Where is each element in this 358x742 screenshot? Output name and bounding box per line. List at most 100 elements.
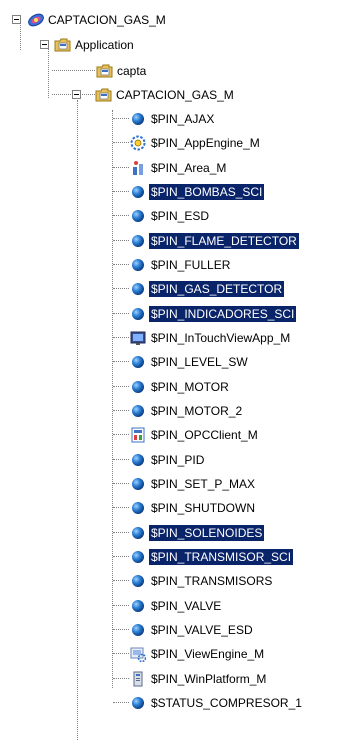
tree-item[interactable]: $PIN_GAS_DETECTOR xyxy=(130,280,285,297)
instance-ball-icon xyxy=(130,111,146,127)
area-icon xyxy=(130,160,146,176)
tree-connector xyxy=(113,167,129,168)
tree-item-label: $PIN_ESD xyxy=(151,208,210,223)
tree-item[interactable]: $PIN_SOLENOIDES xyxy=(130,524,265,541)
tree-connector xyxy=(113,678,129,679)
tree-item-label: $PIN_AJAX xyxy=(151,111,215,126)
tree-item-label: $PIN_INDICADORES_SCI xyxy=(149,305,297,322)
tree-item[interactable]: $PIN_OPCClient_M xyxy=(130,426,260,443)
tree-item[interactable]: $PIN_SET_P_MAX xyxy=(130,475,257,492)
tree-item[interactable]: $PIN_MOTOR xyxy=(130,378,231,395)
tree-item[interactable]: $PIN_VALVE xyxy=(130,597,223,614)
tree-item[interactable]: $PIN_BOMBAS_SCI xyxy=(130,183,265,200)
instance-ball-icon xyxy=(130,525,146,541)
tree-connector xyxy=(113,215,129,216)
tree-item-label: $PIN_FULLER xyxy=(151,257,231,272)
tree-connector xyxy=(113,264,129,265)
galaxy-icon xyxy=(27,12,44,28)
tree-connector xyxy=(113,410,129,411)
tree-connector xyxy=(113,580,129,581)
collapse-toggle[interactable] xyxy=(72,90,81,99)
tree-item-label: $PIN_SOLENOIDES xyxy=(149,524,265,541)
collapse-toggle[interactable] xyxy=(12,15,21,24)
tree-connector xyxy=(113,386,129,387)
tree-item[interactable]: $PIN_ViewEngine_M xyxy=(130,645,266,662)
tree-item-label: $STATUS_COMPRESOR_1 xyxy=(151,695,302,710)
tree-item-label: $PIN_FLAME_DETECTOR xyxy=(149,232,299,249)
tree-connector xyxy=(77,100,78,740)
tree-item[interactable]: $PIN_INDICADORES_SCI xyxy=(130,305,297,322)
tree-item-label: $PIN_InTouchViewApp_M xyxy=(151,330,291,345)
tree-connector xyxy=(113,653,129,654)
tree-connector xyxy=(113,361,129,362)
tree-item-label: $PIN_MOTOR_2 xyxy=(151,403,243,418)
instance-ball-icon xyxy=(130,573,146,589)
tree-item-label: $PIN_BOMBAS_SCI xyxy=(149,183,265,200)
tree-item-label: $PIN_VALVE_ESD xyxy=(151,622,253,637)
instance-ball-icon xyxy=(130,379,146,395)
tree-connector xyxy=(113,605,129,606)
tree-item[interactable]: $PIN_VALVE_ESD xyxy=(130,621,255,638)
instance-ball-icon xyxy=(130,184,146,200)
tree-connector xyxy=(113,459,129,460)
instance-ball-icon xyxy=(130,695,146,711)
tree-connector xyxy=(113,532,129,533)
collapse-toggle[interactable] xyxy=(40,40,49,49)
appengine-icon xyxy=(130,135,146,151)
tree-connector xyxy=(113,142,129,143)
instance-ball-icon xyxy=(130,403,146,419)
tree-item[interactable]: $PIN_AppEngine_M xyxy=(130,134,262,151)
tree-item-label: $PIN_MOTOR xyxy=(151,379,229,394)
folder-icon xyxy=(96,63,113,79)
tree-node-capta[interactable]: capta xyxy=(96,62,148,79)
tree-connector xyxy=(113,191,129,192)
tree-node-root[interactable]: CAPTACION_GAS_M xyxy=(12,11,168,28)
tree-item[interactable]: $PIN_ESD xyxy=(130,207,211,224)
tree-item-label: $PIN_Area_M xyxy=(151,160,227,175)
tree-connector xyxy=(113,337,129,338)
instance-ball-icon xyxy=(130,306,146,322)
tree-node-label: CAPTACION_GAS_M xyxy=(48,12,166,27)
tree-item-label: $PIN_LEVEL_SW xyxy=(151,354,248,369)
tree-item[interactable]: $PIN_LEVEL_SW xyxy=(130,353,250,370)
tree-item[interactable]: $STATUS_COMPRESOR_1 xyxy=(130,694,304,711)
tree-item[interactable]: $PIN_TRANSMISORS xyxy=(130,572,274,589)
tree-item-label: $PIN_PID xyxy=(151,452,205,467)
tree-item-label: $PIN_WinPlatform_M xyxy=(151,671,267,686)
instance-ball-icon xyxy=(130,622,146,638)
tree-connector xyxy=(52,70,95,71)
instance-ball-icon xyxy=(130,549,146,565)
instance-ball-icon xyxy=(130,233,146,249)
tree-node-label: capta xyxy=(117,63,147,78)
tree-connector xyxy=(113,629,129,630)
tree-item[interactable]: $PIN_Area_M xyxy=(130,159,228,176)
tree-connector xyxy=(113,118,129,119)
winplatform-icon xyxy=(130,671,146,687)
tree-item[interactable]: $PIN_FULLER xyxy=(130,256,232,273)
instance-ball-icon xyxy=(130,598,146,614)
tree-node-group[interactable]: CAPTACION_GAS_M xyxy=(72,86,236,103)
tree-node-application[interactable]: Application xyxy=(40,36,136,53)
tree-item[interactable]: $PIN_SHUTDOWN xyxy=(130,499,257,516)
tree-item-label: $PIN_AppEngine_M xyxy=(151,135,260,150)
template-toolbox-tree: CAPTACION_GAS_M Application capta CAPTAC… xyxy=(0,0,358,742)
tree-item-label: $PIN_GAS_DETECTOR xyxy=(149,280,285,297)
tree-item-label: $PIN_TRANSMISOR_SCI xyxy=(149,548,294,565)
tree-item[interactable]: $PIN_AJAX xyxy=(130,110,216,127)
tree-connector xyxy=(113,313,129,314)
tree-item[interactable]: $PIN_PID xyxy=(130,451,206,468)
instance-ball-icon xyxy=(130,500,146,516)
tree-node-label: Application xyxy=(75,37,134,52)
tree-item-label: $PIN_VALVE xyxy=(151,598,222,613)
tree-connector xyxy=(48,46,49,98)
tree-item[interactable]: $PIN_TRANSMISOR_SCI xyxy=(130,548,294,565)
instance-ball-icon xyxy=(130,452,146,468)
tree-item[interactable]: $PIN_MOTOR_2 xyxy=(130,402,244,419)
tree-node-label: CAPTACION_GAS_M xyxy=(116,87,234,102)
tree-connector xyxy=(113,483,129,484)
tree-item[interactable]: $PIN_FLAME_DETECTOR xyxy=(130,232,299,249)
tree-item[interactable]: $PIN_InTouchViewApp_M xyxy=(130,329,292,346)
tree-item-label: $PIN_TRANSMISORS xyxy=(151,573,273,588)
tree-item[interactable]: $PIN_WinPlatform_M xyxy=(130,670,268,687)
tree-connector xyxy=(113,434,129,435)
